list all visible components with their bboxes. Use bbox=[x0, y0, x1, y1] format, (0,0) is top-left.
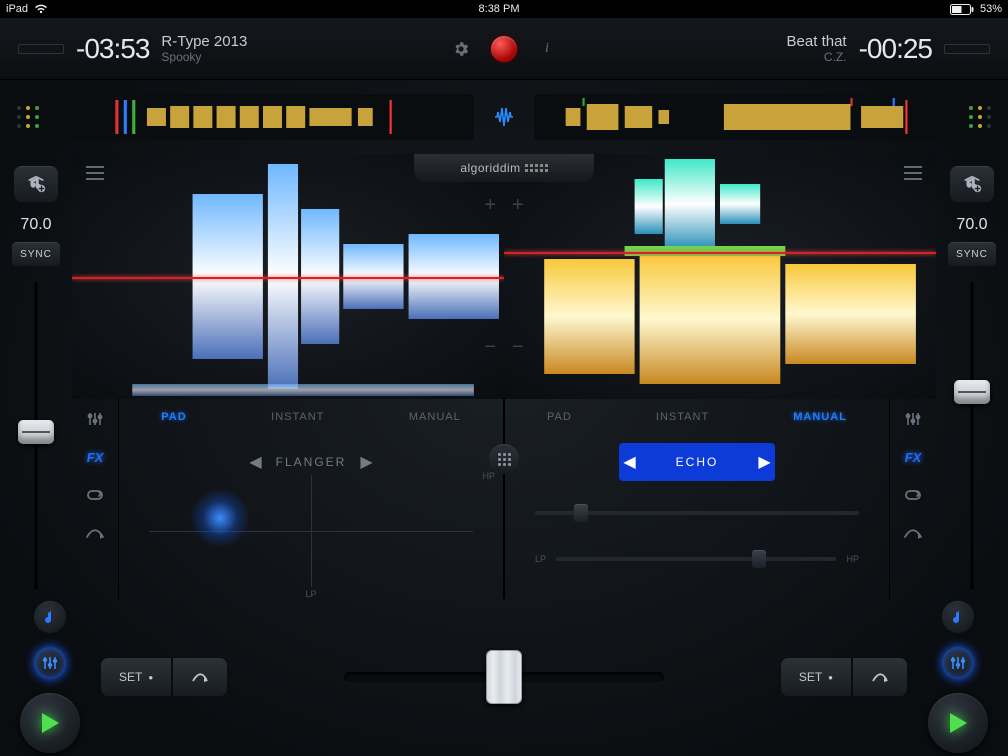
bounce-icon-b[interactable] bbox=[899, 521, 927, 545]
library-button-b[interactable] bbox=[950, 166, 994, 202]
cue-monitor-b[interactable] bbox=[942, 601, 974, 633]
deck-a-sidebar: 70.0 SYNC bbox=[0, 154, 72, 599]
bounce-icon-a[interactable] bbox=[81, 521, 109, 545]
main-waveform-a[interactable]: + − bbox=[72, 154, 504, 399]
sync-button-b[interactable]: SYNC bbox=[948, 242, 996, 266]
cue-controls-b: SET● bbox=[780, 657, 908, 697]
eq-button-a[interactable] bbox=[34, 647, 66, 679]
fx-strip-b: FX bbox=[890, 399, 936, 599]
fx-strip-a: FX bbox=[72, 399, 118, 599]
cue-monitor-a[interactable] bbox=[34, 601, 66, 633]
fx-panel-a: PAD INSTANT MANUAL ◀ FLANGER ▶ HP LP bbox=[118, 399, 504, 599]
cue-set-a[interactable]: SET● bbox=[100, 657, 172, 697]
eq-button-b[interactable] bbox=[942, 647, 974, 679]
transport-bar: SET● SET● bbox=[0, 599, 1008, 755]
fx-toggle-b[interactable]: FX bbox=[899, 445, 927, 469]
level-meter-a bbox=[18, 44, 64, 54]
fx-tab-pad-b[interactable]: PAD bbox=[547, 411, 572, 423]
brand-logo: algoriddim bbox=[414, 154, 594, 182]
deck-b-time: -00:25 bbox=[859, 33, 932, 65]
play-button-a[interactable] bbox=[20, 693, 80, 753]
deck-a-title[interactable]: R-Type 2013 bbox=[161, 33, 247, 50]
cue-set-b[interactable]: SET● bbox=[780, 657, 852, 697]
battery-icon bbox=[950, 4, 974, 15]
fx-next-b[interactable]: ▶ bbox=[758, 452, 770, 472]
crossfader-handle[interactable] bbox=[486, 650, 522, 704]
fx-tab-manual-b[interactable]: MANUAL bbox=[793, 411, 847, 423]
sync-button-a[interactable]: SYNC bbox=[12, 242, 60, 266]
bpm-a[interactable]: 70.0 bbox=[20, 216, 51, 234]
waveform-mode-icon[interactable] bbox=[493, 107, 515, 127]
mixer-icon-a[interactable] bbox=[81, 407, 109, 431]
deck-b-artist: C.Z. bbox=[787, 50, 847, 64]
battery-percent: 53% bbox=[980, 3, 1002, 15]
loop-icon-a[interactable] bbox=[81, 483, 109, 507]
overview-waveform-a[interactable] bbox=[52, 94, 474, 140]
xy-touchpoint-a bbox=[190, 488, 250, 548]
fx-tab-pad-a[interactable]: PAD bbox=[161, 411, 186, 423]
deck-a-time: -03:53 bbox=[76, 33, 149, 65]
cue-jump-a[interactable] bbox=[172, 657, 228, 697]
beat-grid-b bbox=[966, 106, 994, 128]
library-button-a[interactable] bbox=[14, 166, 58, 202]
wifi-icon bbox=[34, 4, 48, 14]
deck-b-sidebar: 70.0 SYNC bbox=[936, 154, 1008, 599]
info-icon[interactable]: i bbox=[535, 37, 559, 61]
panel-switcher-button[interactable] bbox=[489, 444, 519, 474]
waveform-overview-row bbox=[0, 80, 1008, 154]
settings-icon[interactable] bbox=[449, 37, 473, 61]
mixer-icon-b[interactable] bbox=[899, 407, 927, 431]
xy-pad-a[interactable]: HP LP bbox=[149, 475, 473, 587]
cue-controls-a: SET● bbox=[100, 657, 228, 697]
level-meter-b bbox=[944, 44, 990, 54]
track-header: -03:53 R-Type 2013 Spooky i Beat that C.… bbox=[0, 18, 1008, 80]
deck-b-title[interactable]: Beat that bbox=[787, 33, 847, 50]
cue-jump-b[interactable] bbox=[852, 657, 908, 697]
fx-name-a: FLANGER bbox=[276, 455, 347, 469]
fx-prev-a[interactable]: ◀ bbox=[249, 452, 261, 472]
overview-waveform-b[interactable] bbox=[534, 94, 956, 140]
main-area: 70.0 SYNC algoriddim + − bbox=[0, 154, 1008, 599]
crossfader[interactable] bbox=[344, 655, 664, 699]
ios-statusbar: iPad 8:38 PM 53% bbox=[0, 0, 1008, 18]
play-button-b[interactable] bbox=[928, 693, 988, 753]
fx-tab-instant-a[interactable]: INSTANT bbox=[271, 411, 324, 423]
bpm-b[interactable]: 70.0 bbox=[956, 216, 987, 234]
fx-slider-2-b[interactable] bbox=[556, 557, 836, 561]
pitch-slider-b[interactable] bbox=[954, 282, 990, 589]
main-waveform-b[interactable]: + − bbox=[504, 154, 936, 399]
deck-a-artist: Spooky bbox=[161, 50, 247, 64]
fx-panel-b: PAD INSTANT MANUAL ◀ ECHO ▶ bbox=[504, 399, 890, 599]
loop-icon-b[interactable] bbox=[899, 483, 927, 507]
fx-name-b: ECHO bbox=[650, 455, 745, 469]
device-label: iPad bbox=[6, 3, 28, 15]
statusbar-clock: 8:38 PM bbox=[479, 3, 520, 15]
fx-toggle-a[interactable]: FX bbox=[81, 445, 109, 469]
fx-tab-instant-b[interactable]: INSTANT bbox=[656, 411, 709, 423]
fx-slider-1-b[interactable] bbox=[535, 511, 859, 515]
fx-tab-manual-a[interactable]: MANUAL bbox=[409, 411, 461, 423]
fx-next-a[interactable]: ▶ bbox=[360, 452, 372, 472]
pitch-slider-a[interactable] bbox=[18, 282, 54, 589]
record-button[interactable] bbox=[491, 36, 517, 62]
beat-grid-a bbox=[14, 106, 42, 128]
fx-prev-b[interactable]: ◀ bbox=[623, 452, 635, 472]
